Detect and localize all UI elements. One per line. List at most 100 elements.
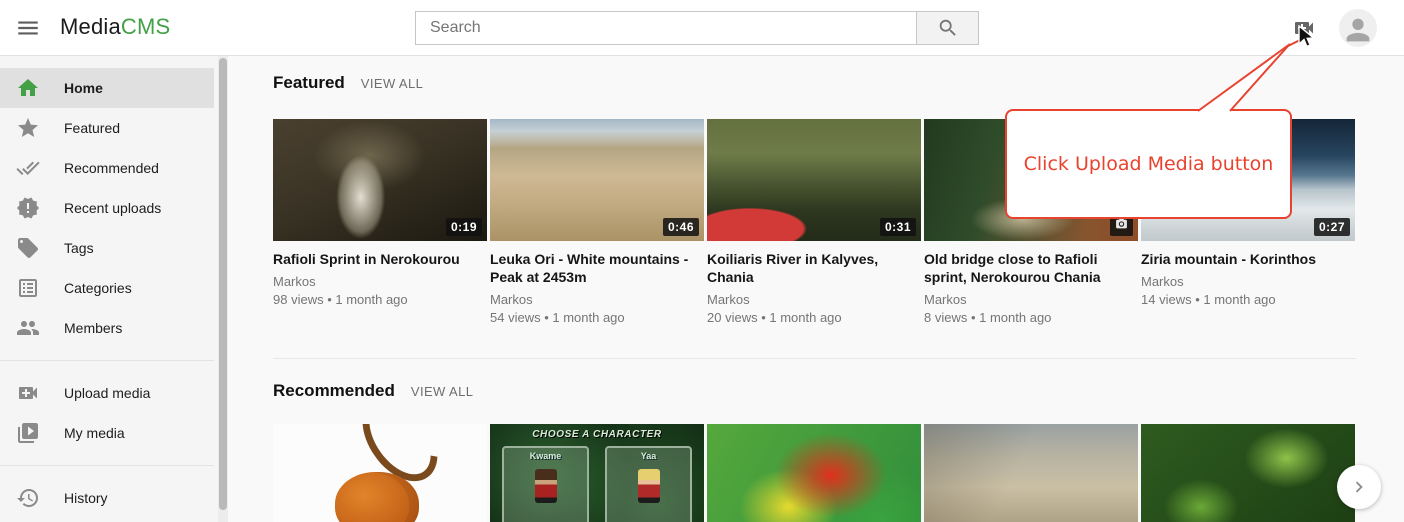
video-meta: 54 views • 1 month ago: [490, 309, 704, 327]
section-header: Recommended VIEW ALL: [273, 381, 1356, 401]
upload-media-icon: [1291, 16, 1317, 40]
sidebar-group: Home Featured Recommended Recent uploads Tag…: [0, 68, 218, 348]
section-title-featured: Featured: [273, 73, 345, 93]
search-bar: [415, 11, 980, 45]
sidebar-item-label: Recent uploads: [64, 200, 161, 216]
sidebar-item-label: Home: [64, 80, 103, 96]
character-sprite: [535, 469, 557, 503]
character-sprite: [638, 469, 660, 503]
video-author[interactable]: Markos: [924, 291, 1138, 309]
sidebar-item-recent-uploads[interactable]: Recent uploads: [0, 188, 214, 228]
tutorial-callout: Click Upload Media button: [1005, 109, 1292, 219]
video-card[interactable]: 0:46 Leuka Ori - White mountains - Peak a…: [490, 119, 704, 327]
sidebar-item-categories[interactable]: Categories: [0, 268, 214, 308]
video-thumbnail[interactable]: [1141, 424, 1355, 522]
recommended-card-row: CHOOSE A CHARACTER KwameSelectedYaaSelect: [273, 424, 1356, 522]
sidebar-group: Upload media My media: [0, 373, 218, 453]
person-icon: [1341, 13, 1375, 47]
video-thumbnail[interactable]: [273, 424, 487, 522]
video-card[interactable]: [1141, 424, 1355, 522]
sidebar-item-tags[interactable]: Tags: [0, 228, 214, 268]
sidebar-divider: [0, 360, 214, 361]
top-bar: MediaCMS: [0, 0, 1404, 56]
video-card[interactable]: [273, 424, 487, 522]
video-card[interactable]: 0:31 Koiliaris River in Kalyves, Chania Ma…: [707, 119, 921, 327]
sidebar-item-label: Categories: [64, 280, 132, 296]
video-thumbnail[interactable]: [924, 424, 1138, 522]
video-meta: 98 views • 1 month ago: [273, 291, 487, 309]
sidebar-item-label: Tags: [64, 240, 94, 256]
sidebar-item-members[interactable]: Members: [0, 308, 214, 348]
view-all-featured[interactable]: VIEW ALL: [361, 76, 423, 91]
video-card[interactable]: 0:19 Rafioli Sprint in Nerokourou Markos98…: [273, 119, 487, 327]
video-thumbnail[interactable]: CHOOSE A CHARACTER KwameSelectedYaaSelect: [490, 424, 704, 522]
video-thumbnail[interactable]: 0:46: [490, 119, 704, 241]
scrollbar-thumb[interactable]: [219, 58, 227, 510]
video-title[interactable]: Koiliaris River in Kalyves, Chania: [707, 250, 921, 286]
character-panel: KwameSelected: [502, 446, 589, 522]
tag-icon: [16, 236, 40, 260]
section-title-recommended: Recommended: [273, 381, 395, 401]
video-title[interactable]: Leuka Ori - White mountains - Peak at 24…: [490, 250, 704, 286]
video-card[interactable]: CHOOSE A CHARACTER KwameSelectedYaaSelect: [490, 424, 704, 522]
sidebar-item-label: Recommended: [64, 160, 159, 176]
mediacms-logo[interactable]: MediaCMS: [60, 14, 170, 40]
sidebar-scrollbar[interactable]: [218, 56, 228, 522]
video-thumbnail[interactable]: [707, 424, 921, 522]
sidebar-item-label: Featured: [64, 120, 120, 136]
sidebar-item-label: Members: [64, 320, 122, 336]
video-author[interactable]: Markos: [1141, 273, 1355, 291]
sidebar-item-recommended[interactable]: Recommended: [0, 148, 214, 188]
sidebar-group: History: [0, 478, 218, 518]
video-title[interactable]: Ziria mountain - Korinthos: [1141, 250, 1355, 268]
upload-media-button[interactable]: [1289, 16, 1319, 42]
home-icon: [16, 76, 40, 100]
logo-cms: CMS: [121, 14, 171, 39]
upload-icon: [16, 381, 40, 405]
video-meta: 20 views • 1 month ago: [707, 309, 921, 327]
character-panel: YaaSelect: [605, 446, 692, 522]
video-meta: 14 views • 1 month ago: [1141, 291, 1355, 309]
search-input[interactable]: [415, 11, 917, 45]
video-author[interactable]: Markos: [273, 273, 487, 291]
sidebar-item-history[interactable]: History: [0, 478, 214, 518]
history-icon: [16, 486, 40, 510]
video-title[interactable]: Old bridge close to Rafioli sprint, Nero…: [924, 250, 1138, 286]
sidebar-item-upload-media[interactable]: Upload media: [0, 373, 214, 413]
duration-badge: 0:27: [1314, 218, 1350, 236]
section-header: Featured VIEW ALL: [273, 73, 1356, 93]
logo-media: Media: [60, 14, 121, 39]
user-avatar[interactable]: [1339, 9, 1377, 47]
video-title[interactable]: Rafioli Sprint in Nerokourou: [273, 250, 487, 268]
hamburger-menu-icon[interactable]: [14, 15, 42, 41]
recommended-section: Recommended VIEW ALL CHOOSE A CHARACTER K…: [273, 358, 1356, 522]
thumbnail-overlay-heading: CHOOSE A CHARACTER: [490, 429, 704, 440]
search-icon: [937, 17, 959, 39]
view-all-recommended[interactable]: VIEW ALL: [411, 384, 473, 399]
sidebar-item-label: My media: [64, 425, 125, 441]
callout-text: Click Upload Media button: [1024, 153, 1274, 175]
sidebar-item-label: History: [64, 490, 108, 506]
star-icon: [16, 116, 40, 140]
carousel-next-button[interactable]: [1337, 465, 1381, 509]
video-card[interactable]: [707, 424, 921, 522]
character-name: Kwame: [504, 451, 587, 461]
sidebar-item-home[interactable]: Home: [0, 68, 214, 108]
chevron-right-icon: [1348, 476, 1370, 498]
sidebar-item-featured[interactable]: Featured: [0, 108, 214, 148]
character-name: Yaa: [607, 451, 690, 461]
done-all-icon: [16, 156, 40, 180]
sidebar-divider: [0, 465, 214, 466]
video-thumbnail[interactable]: 0:31: [707, 119, 921, 241]
sidebar-item-my-media[interactable]: My media: [0, 413, 214, 453]
video-author[interactable]: Markos: [707, 291, 921, 309]
video-thumbnail[interactable]: 0:19: [273, 119, 487, 241]
video-card[interactable]: [924, 424, 1138, 522]
duration-badge: 0:46: [663, 218, 699, 236]
mediacms-app: MediaCMS Home Featured Recommended Recent u…: [0, 0, 1404, 522]
sidebar-nav: Home Featured Recommended Recent uploads Tag…: [0, 56, 218, 518]
search-button[interactable]: [916, 11, 979, 45]
video-author[interactable]: Markos: [490, 291, 704, 309]
members-icon: [16, 316, 40, 340]
categories-icon: [16, 276, 40, 300]
